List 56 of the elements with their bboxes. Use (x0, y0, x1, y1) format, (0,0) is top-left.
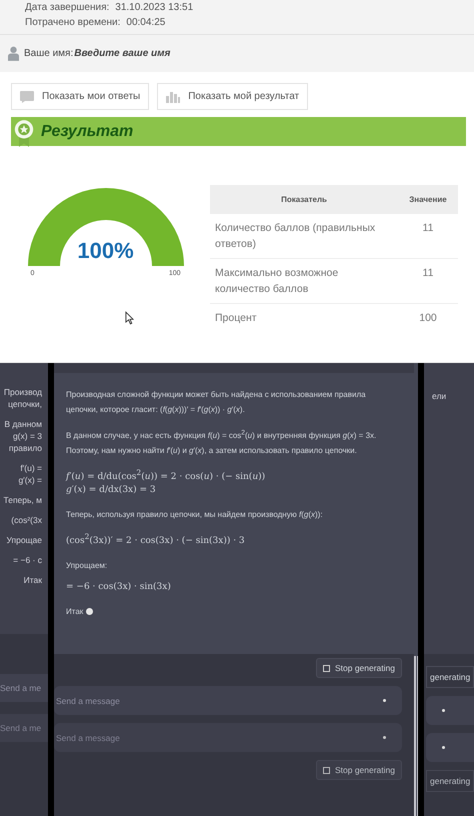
mirrored-text: ели (432, 391, 446, 401)
mirrored-text: g′(x) = (18, 475, 42, 485)
mirrored-text: правило (8, 443, 42, 453)
show-button[interactable]: Показать мой результат (157, 83, 308, 110)
formula: f′(u) = d/du(cos$^{2}$(u)) = 2 · cos(u) · (− sin(u)) (66, 466, 266, 484)
flipped-stop-text: generating (426, 770, 474, 792)
flipped-input-text: Send a me (0, 714, 48, 742)
formula: (cos$^{2}$(3x))′ = 2 · cos(3x) · (− sin(3x)) · 3 (66, 530, 246, 548)
typing-cursor-icon (86, 608, 94, 615)
bar-chart-icon (166, 90, 180, 102)
mirrored-text: Теперь, м (4, 495, 42, 505)
message-paragraph: Упрощаем: (66, 560, 108, 572)
show-button[interactable]: Показать мои ответы (11, 83, 150, 110)
mirrored-text: В данном (4, 419, 42, 429)
send-icon (442, 709, 445, 712)
mouse-pointer-icon (124, 311, 134, 325)
info-value: 00:04:25 (126, 17, 166, 28)
mirrored-stop-text: generating (426, 666, 474, 688)
mirrored-input-text: Send a me (0, 674, 48, 702)
table-cell: Максимально возможное количество баллов (210, 258, 398, 304)
table-cell: 11 (398, 258, 458, 304)
award-icon (14, 120, 34, 147)
stop-generating-button[interactable]: Stop generating (316, 658, 402, 678)
mirrored-text: (cos²(3x (11, 515, 42, 525)
column-header: Значение (398, 185, 458, 214)
question-icon (20, 90, 34, 102)
message-paragraph: В данном случае, у нас есть функция f(u) = cos$^{2}$(u) и внутренняя функция g(x) = 3x. Поэтому, нам нужно найти f′(u) и g′(x), а затем использовать правило цепочки. (66, 428, 378, 457)
info-label: Дата завершения: (25, 2, 110, 13)
section-title: Результат (41, 122, 134, 140)
mirrored-text: = −6 · c (13, 555, 42, 565)
message-paragraph: Итак (66, 606, 84, 618)
name-field[interactable]: Введите ваше имя (74, 48, 170, 59)
name-label: Ваше имя: (24, 48, 74, 59)
formula: g′(x) = d/dx(3x) = 3 (66, 484, 157, 497)
gauge-reading: 100% (76, 238, 135, 264)
info-value: 31.10.2023 13:51 (115, 2, 194, 13)
formula: = −6 · cos(3x) · sin(3x) (66, 580, 172, 594)
table-cell: Количество баллов (правильных ответов) (210, 214, 398, 258)
table-cell: Процент (210, 304, 398, 332)
user-icon (8, 46, 19, 61)
send-icon (383, 699, 386, 702)
mirrored-text: цепочки, (8, 399, 42, 409)
column-header: Показатель (210, 185, 398, 214)
mirrored-text: g(x) = 3 (12, 431, 42, 441)
send-icon (442, 746, 445, 749)
table-cell: 11 (398, 214, 458, 258)
mirrored-text: Итак (24, 575, 42, 585)
table-cell: 100 (398, 304, 458, 332)
info-label: Потрачено времени: (25, 17, 120, 28)
message-paragraph: Производная сложной функции может быть найдена с использованием правила цепочки, которое гласит: (f(g(x)))′ = f′(g(x)) · g′(x). (66, 389, 367, 416)
mirrored-text: f′(u) = (20, 463, 42, 473)
mirrored-text: Производ (4, 387, 42, 397)
flipped-stop-button[interactable]: Stop generating (316, 760, 402, 780)
mirrored-text: Упрощае (6, 535, 42, 545)
send-icon (383, 736, 386, 739)
message-paragraph: Теперь, используя правило цепочки, мы найдем производную f(g(x)): (66, 508, 324, 521)
